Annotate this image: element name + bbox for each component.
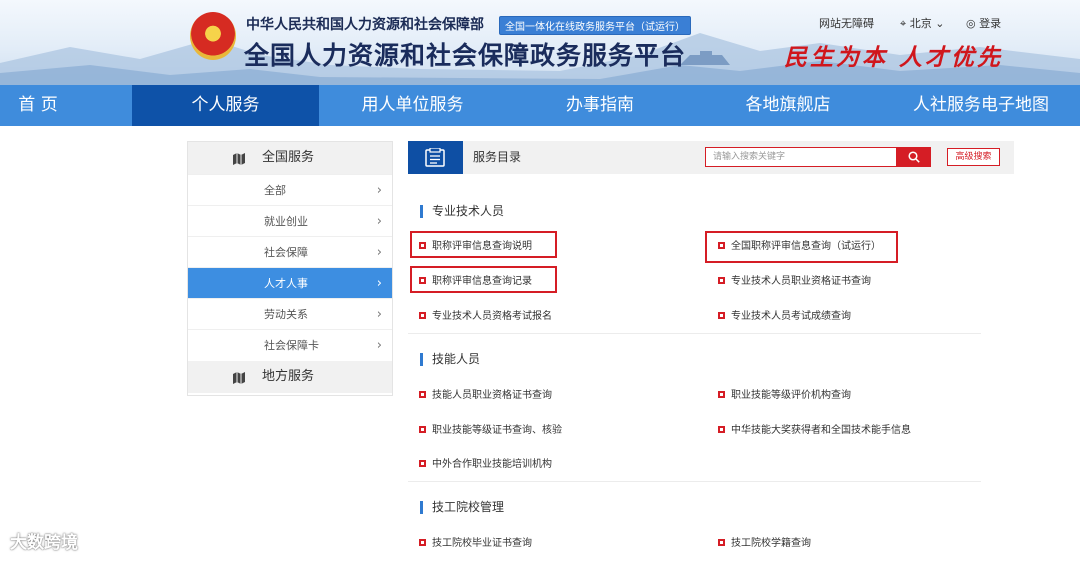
service-label: 职业技能等级证书查询、核验 <box>432 425 562 436</box>
bullet-icon <box>718 312 725 319</box>
search-input[interactable]: 请输入搜索关键字 <box>705 147 897 167</box>
service-label: 技能人员职业资格证书查询 <box>432 390 552 401</box>
sidebar-item-social-security[interactable]: 社会保障 › <box>188 236 392 267</box>
sidebar-item-label: 社会保障卡 <box>264 339 319 352</box>
service-link[interactable]: 职业技能等级证书查询、核验 <box>419 424 562 438</box>
service-link[interactable]: 专业技术人员考试成绩查询 <box>718 310 851 324</box>
service-link[interactable]: 中外合作职业技能培训机构 <box>419 458 552 472</box>
bullet-icon <box>718 426 725 433</box>
catalog-title: 服务目录 <box>473 150 522 164</box>
site-title[interactable]: 全国人力资源和社会保障政务服务平台 <box>244 36 686 72</box>
sidebar-item-label: 全部 <box>264 184 286 197</box>
catalog-icon <box>425 148 445 167</box>
sidebar-national-label: 全国服务 <box>262 150 315 165</box>
main-nav: 首 页 个人服务 用人单位服务 办事指南 各地旗舰店 人社服务电子地图 <box>0 85 1080 126</box>
bullet-icon <box>419 391 426 398</box>
platform-tag: 全国一体化在线政务服务平台（试运行） <box>499 16 691 35</box>
bullet-icon <box>718 277 725 284</box>
service-label: 技工院校学籍查询 <box>731 538 811 549</box>
sidebar-item-talent-personnel[interactable]: 人才人事 › <box>188 267 392 298</box>
nav-personal-services[interactable]: 个人服务 <box>132 85 319 126</box>
sidebar: 全国服务 全部 › 就业创业 › 社会保障 › 人才人事 › 劳动关系 › 社会保障卡 › … <box>187 141 393 396</box>
highlight-box <box>705 231 898 263</box>
map-icon <box>233 153 245 165</box>
nav-employer-services[interactable]: 用人单位服务 <box>319 85 506 126</box>
sidebar-item-label: 劳动关系 <box>264 308 308 321</box>
chevron-down-icon: ⌄ <box>935 17 945 30</box>
service-label: 专业技术人员考试成绩查询 <box>731 311 851 322</box>
sidebar-item-labor-relations[interactable]: 劳动关系 › <box>188 298 392 329</box>
service-label: 专业技术人员资格考试报名 <box>432 311 552 322</box>
sidebar-local-services[interactable]: 地方服务 <box>188 361 392 393</box>
sidebar-item-employment[interactable]: 就业创业 › <box>188 205 392 236</box>
city-label: 北京 <box>909 17 932 30</box>
service-label: 职业技能等级评价机构查询 <box>731 390 851 401</box>
watermark: 大数跨境 <box>10 533 78 553</box>
service-link[interactable]: 专业技术人员资格考试报名 <box>419 310 552 324</box>
sidebar-local-label: 地方服务 <box>262 369 315 384</box>
service-link[interactable]: 技工院校毕业证书查询 <box>419 537 532 551</box>
chevron-right-icon: › <box>376 214 382 229</box>
service-link[interactable]: 职业技能等级评价机构查询 <box>718 389 851 403</box>
section-divider <box>408 333 981 334</box>
ministry-name: 中华人民共和国人力资源和社会保障部 <box>246 17 484 33</box>
service-link[interactable]: 中华技能大奖获得者和全国技术能手信息 <box>718 424 911 438</box>
nav-guide[interactable]: 办事指南 <box>506 85 694 126</box>
sidebar-item-social-security-card[interactable]: 社会保障卡 › <box>188 329 392 360</box>
location-pin-icon: ⌖ <box>900 17 907 30</box>
service-link[interactable]: 技能人员职业资格证书查询 <box>419 389 552 403</box>
nav-local-stores[interactable]: 各地旗舰店 <box>694 85 882 126</box>
highlight-box <box>410 266 557 293</box>
section-title: 技能人员 <box>420 353 480 366</box>
section-title: 技工院校管理 <box>420 501 504 514</box>
user-icon: ◎ <box>966 17 976 30</box>
national-emblem-icon[interactable]: ★ <box>190 12 236 60</box>
service-label: 中华技能大奖获得者和全国技术能手信息 <box>731 425 911 436</box>
service-link[interactable]: 技工院校学籍查询 <box>718 537 811 551</box>
sidebar-item-all[interactable]: 全部 › <box>188 174 392 205</box>
section-divider <box>408 481 981 482</box>
chevron-right-icon: › <box>376 338 382 353</box>
sidebar-item-label: 人才人事 <box>264 277 308 290</box>
bullet-icon <box>419 312 426 319</box>
service-link[interactable]: 专业技术人员职业资格证书查询 <box>718 275 871 289</box>
bullet-icon <box>419 539 426 546</box>
service-label: 中外合作职业技能培训机构 <box>432 459 552 470</box>
highlight-box <box>410 231 557 258</box>
nav-service-map[interactable]: 人社服务电子地图 <box>882 85 1080 126</box>
chevron-right-icon: › <box>376 183 382 198</box>
service-label: 专业技术人员职业资格证书查询 <box>731 276 871 287</box>
search-icon <box>908 151 920 163</box>
chevron-right-icon: › <box>376 307 382 322</box>
nav-home[interactable]: 首 页 <box>0 85 76 126</box>
sidebar-item-label: 就业创业 <box>264 215 308 228</box>
sidebar-national-services[interactable]: 全国服务 <box>188 142 392 174</box>
login-label: 登录 <box>979 17 1002 30</box>
section-title: 专业技术人员 <box>420 205 504 218</box>
site-header: ★ 中华人民共和国人力资源和社会保障部 全国一体化在线政务服务平台（试运行） 全… <box>0 0 1080 85</box>
bullet-icon <box>419 426 426 433</box>
bullet-icon <box>419 460 426 467</box>
advanced-search-button[interactable]: 高级搜索 <box>947 148 1000 166</box>
service-label: 技工院校毕业证书查询 <box>432 538 532 549</box>
chevron-right-icon: › <box>376 245 382 260</box>
city-selector[interactable]: ⌖ 北京 ⌄ <box>900 15 944 31</box>
search-button[interactable] <box>897 147 931 167</box>
map-icon <box>233 372 245 384</box>
catalog-badge <box>408 141 463 174</box>
slogan-calligraphy: 民生为本 人才优先 <box>784 44 1004 71</box>
bullet-icon <box>718 391 725 398</box>
accessibility-link[interactable]: 网站无障碍 <box>819 15 874 31</box>
bullet-icon <box>718 539 725 546</box>
login-link[interactable]: ◎ 登录 <box>966 15 1001 31</box>
sidebar-item-label: 社会保障 <box>264 246 308 259</box>
chevron-right-icon: › <box>376 276 382 291</box>
